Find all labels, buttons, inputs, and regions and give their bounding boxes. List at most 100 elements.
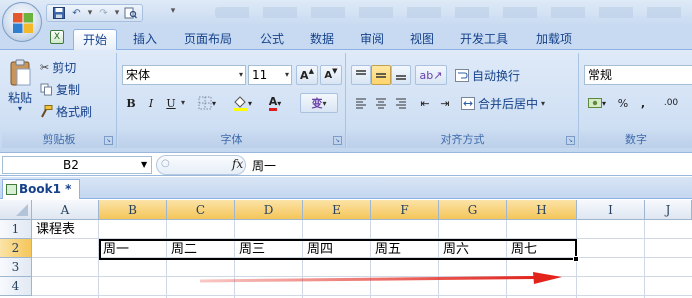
workbook-tab-bar: Book1 * (0, 177, 692, 199)
workbook-title: Book1 * (19, 182, 72, 196)
orientation-icon: ab↗ (419, 68, 443, 82)
orientation-button[interactable]: ab↗ (415, 65, 447, 85)
tab-formulas[interactable]: 公式 (252, 29, 292, 50)
shrink-font-label: A (324, 69, 333, 81)
office-button[interactable] (2, 2, 42, 42)
merge-center-label: 合并后居中 (478, 97, 539, 111)
phonetic-guide-button[interactable]: 变 ▾ (300, 93, 338, 113)
decrease-indent-button[interactable]: ⇤ (415, 93, 435, 113)
percent-style-button[interactable]: % (614, 93, 632, 113)
column-header-a[interactable]: A (32, 200, 99, 220)
column-header-b[interactable]: B (99, 200, 167, 220)
quick-access-toolbar: ↶ ▾ ↷ ▾ (46, 4, 143, 22)
row-header-4[interactable]: 4 (0, 277, 32, 296)
number-format-select[interactable]: 常规 (584, 65, 692, 85)
font-size-dropdown-icon: ▾ (284, 70, 289, 79)
align-bottom-button[interactable] (391, 65, 411, 85)
cell-a1[interactable]: 课程表 (33, 220, 75, 239)
column-header-j[interactable]: J (645, 200, 692, 220)
undo-dropdown-icon[interactable]: ▾ (87, 8, 93, 18)
save-icon[interactable] (51, 6, 66, 20)
wrap-text-button[interactable]: 自动换行 (455, 67, 520, 84)
alignment-launcher-icon[interactable]: ↘ (566, 136, 575, 145)
format-painter-icon (41, 105, 53, 118)
bold-button[interactable]: B (122, 93, 140, 113)
increase-indent-icon: ⇥ (440, 96, 450, 110)
title-bar: ↶ ▾ ↷ ▾ ▾ (0, 0, 692, 26)
cut-button[interactable]: ✂ 剪切 (40, 59, 76, 76)
font-name-select[interactable]: 宋体 ▾ (122, 65, 246, 85)
align-right-icon (396, 98, 406, 109)
tab-data[interactable]: 数据 (302, 29, 342, 50)
underline-button[interactable]: U (162, 93, 180, 113)
clipboard-launcher-icon[interactable]: ↘ (104, 136, 113, 145)
row-header-1[interactable]: 1 (0, 220, 32, 239)
copy-button[interactable]: 复制 (40, 81, 80, 98)
increase-decimal-button[interactable]: .00 (656, 93, 686, 113)
name-box-dropdown-icon[interactable]: ▼ (141, 160, 147, 169)
merge-dropdown-icon[interactable]: ▾ (541, 99, 545, 108)
phonetic-label: 变 (311, 97, 323, 110)
tab-insert[interactable]: 插入 (124, 29, 166, 50)
align-bottom-icon (396, 75, 406, 80)
name-box[interactable]: B2 ▼ (2, 156, 152, 174)
font-launcher-icon[interactable]: ↘ (333, 136, 342, 145)
select-all-corner[interactable] (0, 200, 32, 220)
tab-addins[interactable]: 加载项 (526, 29, 582, 50)
comma-style-button[interactable]: , (634, 93, 652, 113)
align-top-button[interactable] (351, 65, 371, 85)
font-group-label: 字体 (118, 132, 345, 148)
tab-developer[interactable]: 开发工具 (452, 29, 516, 50)
format-painter-button[interactable]: 格式刷 (40, 103, 92, 120)
column-header-e[interactable]: E (303, 200, 371, 220)
redo-dropdown-icon[interactable]: ▾ (114, 8, 120, 18)
borders-icon (198, 96, 212, 110)
column-header-c[interactable]: C (167, 200, 235, 220)
fill-handle[interactable] (573, 256, 579, 262)
customize-icon[interactable]: ▾ (170, 6, 176, 16)
borders-button[interactable]: ▾ (192, 93, 222, 113)
grow-font-button[interactable]: A ▲ (296, 65, 318, 85)
paste-button[interactable]: 粘贴 ▾ (8, 59, 32, 113)
align-middle-button[interactable] (371, 65, 391, 85)
increase-decimal-label: .00 (663, 98, 679, 108)
insert-function-icon[interactable]: fx (232, 157, 243, 171)
window-title-blurred (215, 7, 685, 18)
paste-dropdown-icon[interactable]: ▾ (18, 104, 22, 113)
align-left-button[interactable] (351, 93, 371, 113)
align-center-button[interactable] (371, 93, 391, 113)
redo-icon[interactable]: ↷ (96, 6, 111, 20)
tab-home[interactable]: 开始 (73, 29, 117, 51)
font-size-select[interactable]: 11 ▾ (248, 65, 292, 85)
undo-icon[interactable]: ↶ (69, 6, 84, 20)
paste-icon (10, 59, 31, 86)
tab-view[interactable]: 视图 (402, 29, 442, 50)
font-color-button[interactable]: A ▾ (260, 93, 290, 113)
increase-indent-button[interactable]: ⇥ (435, 93, 455, 113)
fill-color-button[interactable]: ▾ (226, 93, 258, 113)
underline-dropdown-icon[interactable]: ▾ (181, 98, 185, 107)
annotation-arrow-icon (200, 272, 562, 284)
expand-handle-icon[interactable]: ○ (161, 158, 170, 169)
shrink-font-button[interactable]: A ▼ (320, 65, 342, 85)
excel-sheet-icon: X (50, 30, 64, 44)
column-header-g[interactable]: G (439, 200, 507, 220)
column-header-i[interactable]: I (577, 200, 645, 220)
column-header-f[interactable]: F (371, 200, 439, 220)
formula-content[interactable]: 周一 (252, 157, 276, 174)
column-header-d[interactable]: D (235, 200, 303, 220)
workbook-tab[interactable]: Book1 * (2, 179, 80, 199)
italic-button[interactable]: I (142, 93, 160, 113)
merge-center-button[interactable]: 合并后居中 ▾ (461, 95, 545, 112)
align-right-button[interactable] (391, 93, 411, 113)
tab-review[interactable]: 审阅 (352, 29, 392, 50)
tab-page-layout[interactable]: 页面布局 (178, 29, 238, 50)
accounting-format-button[interactable]: ▾ (584, 93, 610, 113)
font-name-dropdown-icon: ▾ (238, 70, 243, 79)
gridline (644, 220, 645, 298)
row-header-3[interactable]: 3 (0, 258, 32, 277)
print-preview-icon[interactable] (123, 6, 138, 20)
column-header-h[interactable]: H (507, 200, 577, 220)
row-header-2[interactable]: 2 (0, 239, 32, 258)
formula-bar: B2 ▼ ○ fx 周一 (0, 154, 692, 176)
